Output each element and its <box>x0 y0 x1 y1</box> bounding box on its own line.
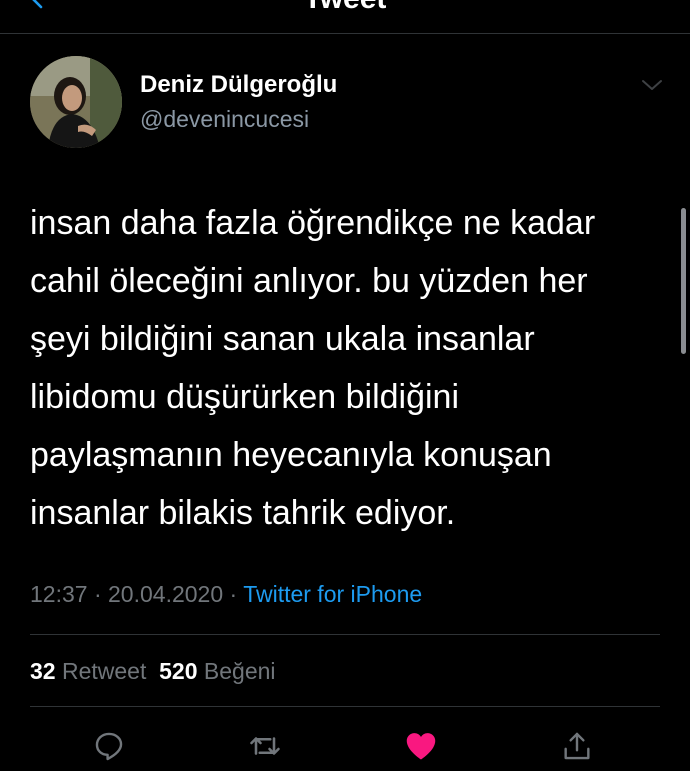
page-title: Tweet <box>0 0 690 16</box>
like-label: Beğeni <box>203 658 276 684</box>
tweet-metadata: 12:37 · 20.04.2020 · Twitter for iPhone <box>30 578 422 610</box>
retweet-button[interactable] <box>247 728 283 764</box>
avatar[interactable] <box>30 56 122 148</box>
likes-stat[interactable]: 520 Beğeni <box>159 658 275 684</box>
author-display-name[interactable]: Deniz Dülgeroğlu <box>140 70 337 100</box>
engagement-stats: 32 Retweet 520 Beğeni <box>30 655 276 687</box>
divider <box>30 706 660 707</box>
like-count: 520 <box>159 658 198 684</box>
retweet-label: Retweet <box>61 658 147 684</box>
like-button[interactable] <box>403 728 439 764</box>
reply-icon <box>95 732 123 761</box>
avatar-photo <box>30 56 122 148</box>
meta-separator: · <box>93 581 102 607</box>
divider <box>30 634 660 635</box>
tweet-source-link[interactable]: Twitter for iPhone <box>243 581 422 607</box>
heart-icon <box>406 733 436 760</box>
share-button[interactable] <box>559 728 595 764</box>
top-bar: Tweet <box>0 0 690 34</box>
tweet-text-line: paylaşmanın heyecanıyla konuşan <box>30 436 552 474</box>
share-icon <box>564 732 590 760</box>
tweet-text-line: şeyi bildiğini sanan ukala insanlar <box>30 320 535 358</box>
tweet-time: 12:37 <box>30 581 88 607</box>
reply-button[interactable] <box>91 728 127 764</box>
retweet-count: 32 <box>30 658 56 684</box>
retweets-stat[interactable]: 32 Retweet <box>30 658 146 684</box>
tweet-text-line: libidomu düşürürken bildiğini <box>30 378 460 416</box>
tweet-date: 20.04.2020 <box>108 581 224 607</box>
chevron-down-icon[interactable] <box>640 77 664 93</box>
tweet-text-line: insanlar bilakis tahrik ediyor. <box>30 494 456 532</box>
retweet-icon <box>250 737 280 755</box>
tweet-text: insan daha fazla öğrendikçe ne kadar cah… <box>30 194 670 542</box>
author-handle[interactable]: @devenincucesi <box>140 104 309 134</box>
tweet-text-line: insan daha fazla öğrendikçe ne kadar <box>30 204 596 242</box>
meta-separator: · <box>229 581 238 607</box>
tweet-text-line: cahil öleceğini anlıyor. bu yüzden her <box>30 262 588 300</box>
scrollbar[interactable] <box>681 208 686 354</box>
